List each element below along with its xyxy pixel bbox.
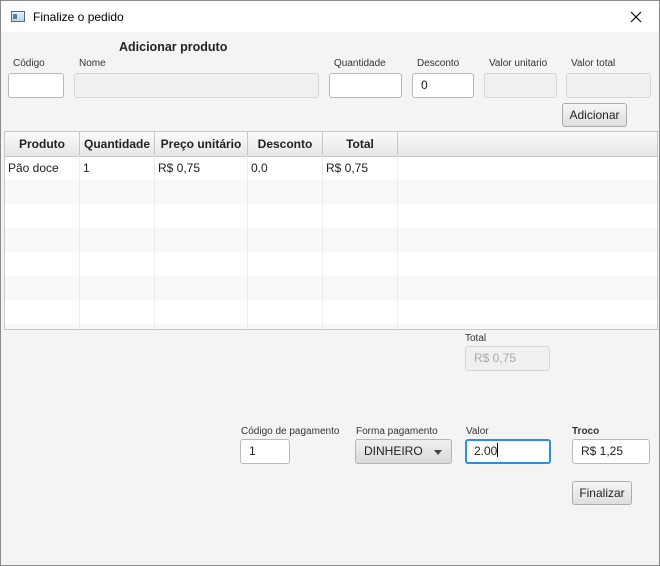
- amount-label: Valor: [466, 426, 489, 437]
- total-value-label: Valor total: [571, 58, 616, 69]
- quantity-input[interactable]: [329, 73, 402, 98]
- change-input[interactable]: R$ 1,25: [572, 439, 650, 464]
- app-icon: [11, 11, 25, 22]
- column-header-quantity[interactable]: Quantidade: [80, 132, 155, 156]
- cell-product: Pão doce: [5, 156, 80, 180]
- order-items-table[interactable]: Produto Quantidade Preço unitário Descon…: [4, 131, 658, 330]
- payment-method-select[interactable]: DINHEIRO: [355, 439, 452, 464]
- empty-table-row: [5, 228, 657, 252]
- unit-value-label: Valor unitario: [489, 58, 548, 69]
- amount-value: 2.00: [474, 444, 498, 458]
- change-label: Troco: [572, 426, 600, 437]
- close-button[interactable]: [613, 1, 659, 32]
- title-bar: Finalize o pedido: [1, 1, 659, 32]
- empty-table-row: [5, 252, 657, 276]
- cell-discount: 0.0: [248, 156, 323, 180]
- empty-table-row: [5, 204, 657, 228]
- payment-code-label: Código de pagamento: [241, 426, 340, 437]
- product-name-input[interactable]: [74, 73, 319, 98]
- order-total-input[interactable]: R$ 0,75: [465, 346, 550, 371]
- empty-table-row: [5, 300, 657, 324]
- text-caret: [497, 443, 499, 457]
- column-header-product[interactable]: Produto: [5, 132, 80, 156]
- cell-unit-price: R$ 0,75: [155, 156, 248, 180]
- amount-input[interactable]: 2.00: [465, 439, 551, 464]
- unit-value-input[interactable]: [484, 73, 557, 98]
- chevron-down-icon: [434, 450, 442, 455]
- total-value-input[interactable]: [566, 73, 651, 98]
- empty-table-row: [5, 180, 657, 204]
- empty-table-row: [5, 276, 657, 300]
- quantity-label: Quantidade: [334, 58, 386, 69]
- empty-table-row: [5, 324, 657, 329]
- product-code-label: Código: [13, 58, 45, 69]
- add-product-title: Adicionar produto: [119, 40, 228, 54]
- payment-code-input[interactable]: 1: [240, 439, 290, 464]
- discount-input[interactable]: 0: [412, 73, 474, 98]
- finish-button[interactable]: Finalizar: [572, 481, 632, 505]
- table-row[interactable]: Pão doce 1 R$ 0,75 0.0 R$ 0,75: [5, 156, 657, 180]
- payment-method-value: DINHEIRO: [364, 444, 423, 458]
- window-title: Finalize o pedido: [33, 10, 124, 24]
- column-header-discount[interactable]: Desconto: [248, 132, 323, 156]
- order-window: Finalize o pedido Adicionar produto Códi…: [0, 0, 660, 566]
- cell-total: R$ 0,75: [323, 156, 398, 180]
- product-name-label: Nome: [79, 58, 106, 69]
- discount-label: Desconto: [417, 58, 460, 69]
- payment-method-label: Forma pagamento: [356, 426, 438, 437]
- add-product-button[interactable]: Adicionar: [562, 103, 627, 127]
- cell-quantity: 1: [80, 156, 155, 180]
- table-header: Produto Quantidade Preço unitário Descon…: [5, 132, 657, 157]
- column-header-total[interactable]: Total: [323, 132, 398, 156]
- order-total-label: Total: [465, 333, 487, 344]
- close-icon: [630, 11, 642, 22]
- column-header-unit-price[interactable]: Preço unitário: [155, 132, 248, 156]
- product-code-input[interactable]: [8, 73, 64, 98]
